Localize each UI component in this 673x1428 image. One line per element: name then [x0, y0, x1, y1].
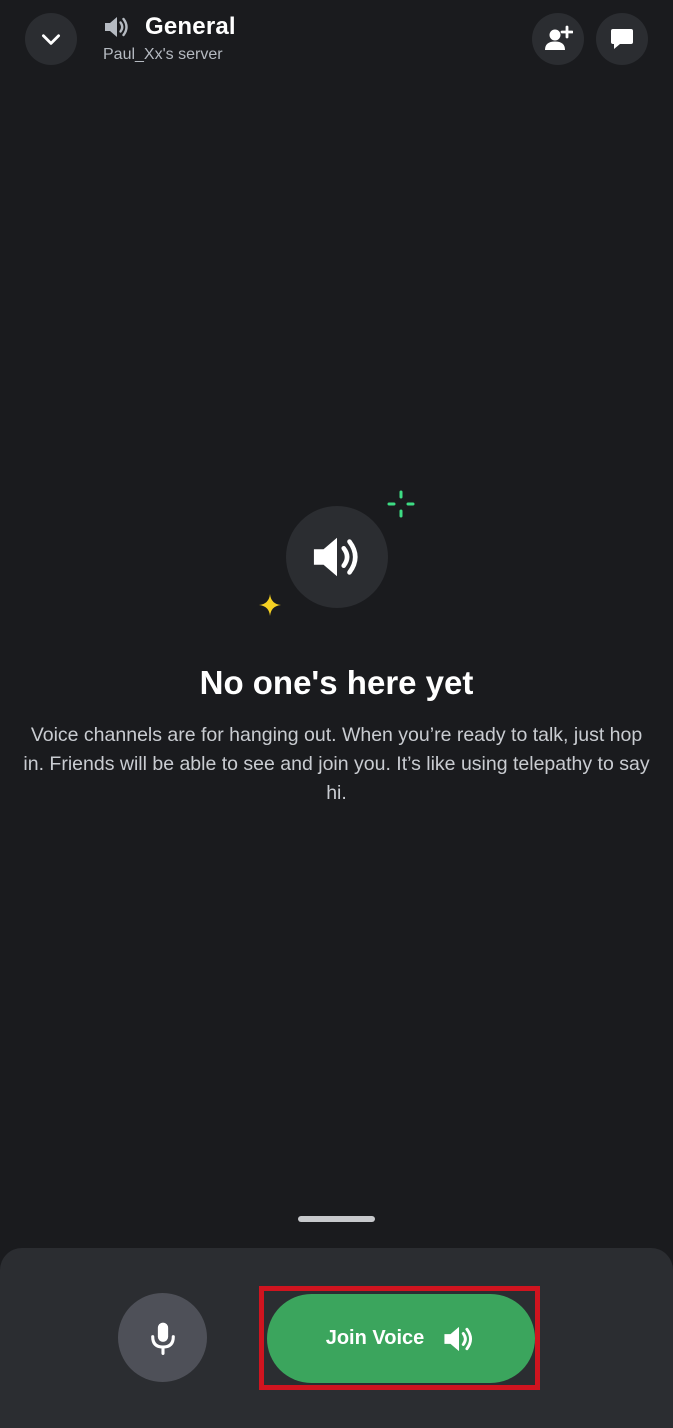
speaker-icon [313, 537, 358, 577]
channel-header: General Paul_Xx's server [0, 0, 673, 80]
star-sparkle-icon [259, 594, 281, 616]
chat-button[interactable] [596, 13, 648, 65]
drag-handle[interactable] [298, 1216, 375, 1222]
channel-title-block[interactable]: General Paul_Xx's server [103, 10, 236, 64]
collapse-button[interactable] [25, 13, 77, 65]
microphone-icon [150, 1322, 175, 1355]
voice-channel-illustration [286, 506, 388, 608]
sparkle-icon [387, 490, 415, 518]
channel-name: General [145, 13, 236, 40]
chat-bubble-icon [611, 29, 633, 49]
server-name: Paul_Xx's server [103, 46, 223, 63]
chevron-down-icon [42, 34, 60, 45]
empty-state-description: Voice channels are for hanging out. When… [23, 724, 650, 804]
voice-controls-panel: Join Voice [0, 1248, 673, 1428]
microphone-button[interactable] [118, 1293, 207, 1382]
speaker-icon [105, 17, 128, 37]
add-person-icon [545, 25, 573, 50]
empty-state-title: No one's here yet [199, 664, 474, 701]
highlight-annotation-box [259, 1286, 540, 1390]
invite-button[interactable] [532, 13, 584, 65]
